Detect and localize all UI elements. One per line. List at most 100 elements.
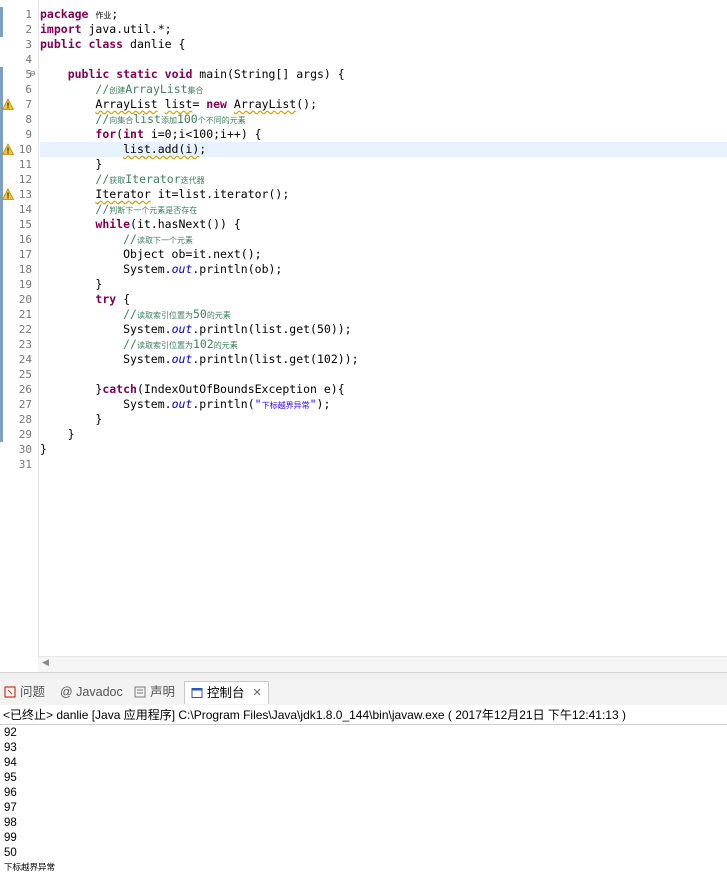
line-number: 25	[18, 368, 32, 381]
code-token: main(String[] args) {	[192, 67, 345, 81]
code-line[interactable]: Object ob=it.next();	[40, 247, 727, 262]
line-number: 11	[18, 158, 32, 171]
code-token: try	[95, 292, 117, 306]
line-number: 27	[18, 398, 32, 411]
code-line[interactable]: //读取下一个元素	[40, 232, 727, 247]
scroll-left-icon[interactable]: ◀	[42, 658, 49, 668]
code-token: class	[88, 37, 124, 51]
code-token: catch	[102, 382, 137, 396]
code-token: (IndexOutOfBoundsException e){	[136, 382, 345, 396]
code-line[interactable]: public class danlie {	[40, 37, 727, 52]
code-token: out	[171, 322, 193, 336]
change-ruler	[0, 67, 3, 442]
warning-icon[interactable]	[2, 143, 14, 156]
code-line[interactable]: public static void main(String[] args) {	[40, 67, 727, 82]
tab-declaration[interactable]: 声明	[134, 682, 175, 702]
code-token: "	[254, 397, 262, 411]
code-line[interactable]: package 作业;	[40, 7, 727, 22]
code-editor[interactable]: 1 2 3 4 5 6 7 8 9 10 11 12 13 14 15 16 17 18 19 20 21 22 23 24 2…	[0, 0, 727, 672]
line-number: 16	[18, 233, 32, 246]
code-line[interactable]: System.out.println(list.get(102));	[40, 352, 727, 367]
code-token: ArrayList	[95, 97, 158, 111]
console-output-line: 下标越界异常	[4, 863, 56, 873]
code-area[interactable]: package 作业; import java.util.*; public cla…	[40, 0, 727, 660]
code-token: package	[40, 7, 89, 21]
code-token: 102	[192, 337, 214, 351]
code-line[interactable]: import java.util.*;	[40, 22, 727, 37]
code-token: }	[40, 442, 47, 456]
line-number: 3	[25, 38, 32, 51]
code-line[interactable]: while(it.hasNext()) {	[40, 217, 727, 232]
code-token: 判断下一个元素是否存在	[109, 206, 198, 215]
code-line[interactable]: ArrayList list= new ArrayList();	[40, 97, 727, 112]
code-token: "	[309, 397, 317, 411]
code-line[interactable]: //读取索引位置为102的元素	[40, 337, 727, 352]
code-line[interactable]	[40, 52, 727, 67]
code-line[interactable]: //创建ArrayList集合	[40, 82, 727, 97]
code-token: System.	[40, 322, 172, 336]
code-token: ;	[111, 7, 119, 21]
console-output-line: 95	[4, 772, 17, 784]
line-number: 22	[18, 323, 32, 336]
code-line[interactable]: Iterator it=list.iterator();	[40, 187, 727, 202]
code-line[interactable]: }	[40, 277, 727, 292]
code-line[interactable]: }	[40, 427, 727, 442]
code-line[interactable]: System.out.println("下标越界异常");	[40, 397, 727, 412]
line-number: 24	[18, 353, 32, 366]
code-line[interactable]: for(int i=0;i<100;i++) {	[40, 127, 727, 142]
code-token: .println(list.get(102));	[192, 352, 359, 366]
code-token: int	[123, 127, 144, 141]
line-number: 21	[18, 308, 32, 321]
code-token: 的元素	[206, 311, 231, 320]
console-output-line: 99	[4, 832, 17, 844]
code-token: 作业	[95, 11, 112, 20]
warning-icon[interactable]	[2, 188, 14, 201]
code-line[interactable]: }	[40, 157, 727, 172]
code-token: 的元素	[213, 341, 238, 350]
code-token: new	[206, 97, 227, 111]
line-number: 4	[25, 53, 32, 66]
code-token: list	[133, 112, 161, 126]
horizontal-scrollbar[interactable]: ◀	[38, 656, 727, 672]
line-number: 29	[18, 428, 32, 441]
current-code-line[interactable]: list.add(i);	[40, 142, 727, 157]
code-line[interactable]: }	[40, 442, 727, 457]
code-token: 集合	[187, 86, 204, 95]
code-line[interactable]: System.out.println(list.get(50));	[40, 322, 727, 337]
code-token: Iterator	[95, 187, 151, 201]
close-icon[interactable]: ✕	[253, 683, 262, 703]
line-number: 1	[25, 8, 32, 21]
console-output[interactable]: 92 93 94 95 96 97 98 99 50 下标越界异常	[0, 726, 727, 883]
tab-javadoc[interactable]: @ Javadoc	[60, 682, 123, 702]
code-line[interactable]: try {	[40, 292, 727, 307]
code-line[interactable]: //读取索引位置为50的元素	[40, 307, 727, 322]
code-token: java.util.*;	[81, 22, 172, 36]
tab-console[interactable]: 控制台 ✕	[184, 681, 269, 704]
line-number: 19	[18, 278, 32, 291]
code-line[interactable]: System.out.println(ob);	[40, 262, 727, 277]
code-token: while	[95, 217, 131, 231]
code-line[interactable]: //向集合list添加100个不同的元素	[40, 112, 727, 127]
line-number: 26	[18, 383, 32, 396]
console-output-line: 92	[4, 727, 17, 739]
console-output-line: 97	[4, 802, 17, 814]
tab-problems[interactable]: 问题	[4, 682, 45, 702]
panel-splitter[interactable]	[0, 672, 727, 679]
warning-icon[interactable]	[2, 98, 14, 111]
code-token: ArrayList	[125, 82, 188, 96]
code-line[interactable]: }	[40, 412, 727, 427]
code-token: 50	[192, 307, 207, 321]
code-line[interactable]	[40, 367, 727, 382]
fold-collapse-icon[interactable]: ⊖	[30, 67, 35, 82]
code-line[interactable]	[40, 457, 727, 472]
code-line[interactable]: }catch(IndexOutOfBoundsException e){	[40, 382, 727, 397]
code-line[interactable]: //获取Iterator迭代器	[40, 172, 727, 187]
code-line[interactable]: //判断下一个元素是否存在	[40, 202, 727, 217]
code-token: }	[40, 412, 103, 426]
